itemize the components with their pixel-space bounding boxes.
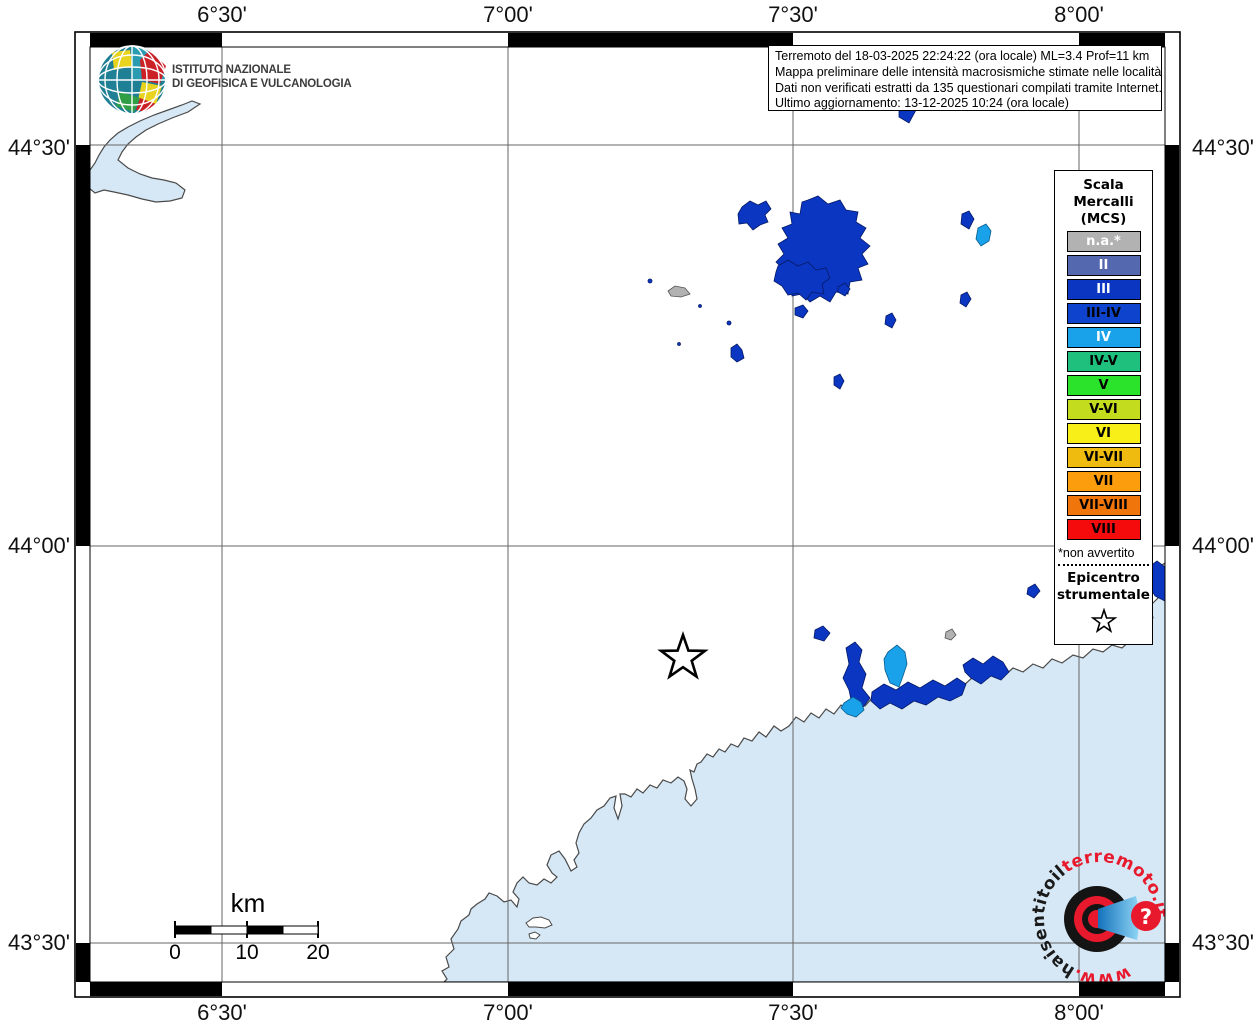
legend-separator	[1058, 564, 1149, 566]
legend-swatch-vii: VII	[1066, 471, 1141, 492]
legend-title-line2: Mercalli	[1073, 194, 1134, 210]
scale-unit-label: km	[230, 888, 266, 918]
earthquake-info-box: Terremoto del 18-03-2025 22:24:22 (ora l…	[768, 45, 1162, 111]
legend-swatch-iii-iv: III-IV	[1066, 303, 1141, 324]
legend-swatch-v-vi: V-VI	[1066, 399, 1141, 420]
legend-swatch-ii: II	[1066, 255, 1141, 276]
mercalli-legend: Scala Mercalli (MCS) n.a.* II III III-IV…	[1054, 170, 1153, 645]
ingv-wordmark-line2: DI GEOFISICA E VULCANOLOGIA	[172, 78, 352, 90]
legend-epicenter-line2: strumentale	[1057, 587, 1150, 603]
macroseismic-map-page: 6°30' 7°00' 7°30' 8°00' 6°30' 7°00' 7°30…	[0, 0, 1256, 1024]
ingv-wordmark: ISTITUTO NAZIONALE DI GEOFISICA E VULCAN…	[172, 63, 352, 91]
ingv-wordmark-line1: ISTITUTO NAZIONALE	[172, 64, 291, 76]
epicenter-star-icon	[1090, 607, 1117, 633]
legend-swatch-viii: VIII	[1066, 519, 1141, 540]
legend-swatch-vi: VI	[1066, 423, 1141, 444]
legend-epicenter-line1: Epicentro	[1067, 570, 1140, 586]
legend-footnote: *non avvertito	[1058, 546, 1135, 560]
legend-swatch-v: V	[1066, 375, 1141, 396]
info-line-event: Terremoto del 18-03-2025 22:24:22 (ora l…	[775, 49, 1150, 63]
legend-swatch-iv: IV	[1066, 327, 1141, 348]
legend-swatch-iii: III	[1066, 279, 1141, 300]
ingv-logo-icon	[97, 45, 167, 115]
scale-tick-20: 20	[306, 941, 330, 964]
scale-tick-10: 10	[235, 941, 259, 964]
legend-swatch-vi-vii: VI-VII	[1066, 447, 1141, 468]
legend-swatch-vii-viii: VII-VIII	[1066, 495, 1141, 516]
scale-tick-0: 0	[169, 941, 181, 964]
info-line-update: Ultimo aggiornamento: 13-12-2025 10:24 (…	[775, 96, 1069, 111]
legend-title: Scala Mercalli (MCS)	[1055, 177, 1152, 228]
legend-swatch-na: n.a.*	[1066, 231, 1141, 252]
legend-star-row	[1055, 607, 1152, 640]
info-line-map: Mappa preliminare delle intensità macros…	[775, 64, 1162, 79]
legend-title-line1: Scala	[1083, 177, 1124, 193]
legend-title-line3: (MCS)	[1080, 211, 1127, 227]
legend-epicenter-label: Epicentro strumentale	[1055, 570, 1152, 604]
legend-swatch-iv-v: IV-V	[1066, 351, 1141, 372]
info-line-data: Dati non verificati estratti da 135 ques…	[775, 80, 1162, 95]
